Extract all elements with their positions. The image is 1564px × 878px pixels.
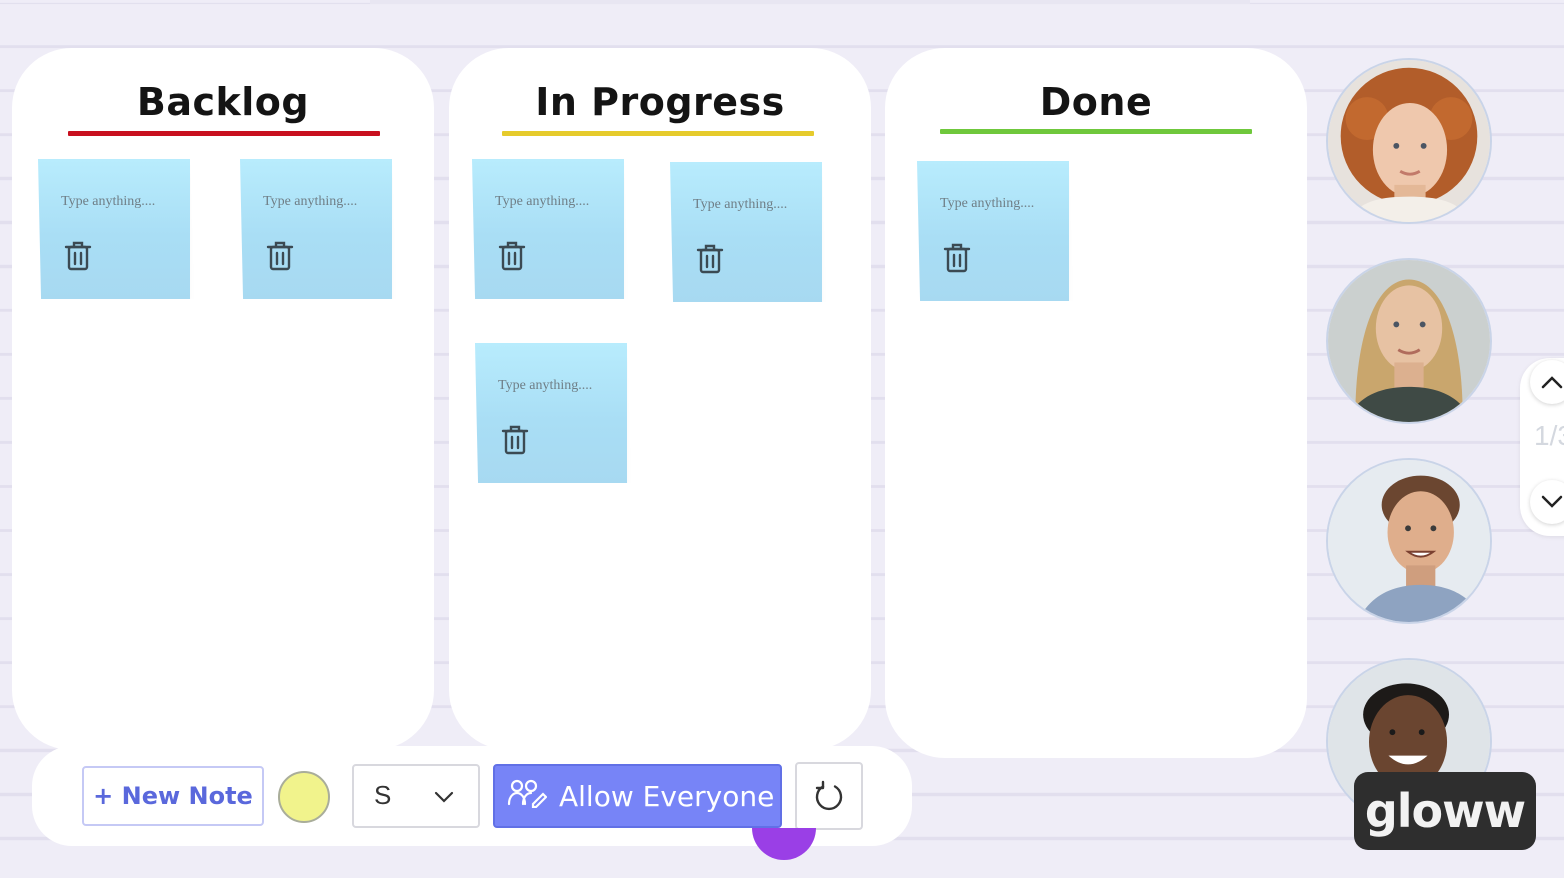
refresh-icon[interactable] [795,762,863,830]
size-select[interactable]: S [352,764,480,828]
column-title: Done [1039,80,1153,124]
size-value: S [374,780,392,810]
gloww-logo: gloww [1354,772,1536,850]
note-placeholder[interactable]: Type anything.... [693,197,787,213]
participant-pager: 1/3 [1520,358,1564,536]
allow-everyone-label: Allow Everyone [559,779,775,813]
logo-text: gloww [1364,784,1526,838]
pager-count: 1/3 [1534,420,1564,451]
chevron-up-icon[interactable] [1530,360,1564,404]
participant-avatar[interactable] [1326,458,1492,624]
sticky-note[interactable]: Type anything.... [240,159,392,299]
allow-everyone-button[interactable]: Allow Everyone [493,764,782,828]
note-placeholder[interactable]: Type anything.... [61,194,155,210]
sticky-note[interactable]: Type anything.... [472,159,624,299]
column-backlog: Backlog Type anything.... Type anything.… [12,48,434,750]
new-note-button[interactable]: + New Note [82,766,264,826]
column-in-progress: In Progress Type anything.... Type anyth… [449,48,871,750]
note-placeholder[interactable]: Type anything.... [495,194,589,210]
column-underline [502,131,814,136]
note-placeholder[interactable]: Type anything.... [940,196,1034,212]
participant-avatar[interactable] [1326,58,1492,224]
top-strip [370,0,1250,4]
participant-avatar[interactable] [1326,258,1492,424]
trash-icon[interactable] [265,241,295,271]
sticky-note[interactable]: Type anything.... [475,343,627,483]
column-underline [940,129,1252,134]
column-title: Backlog [136,80,310,124]
trash-icon[interactable] [942,243,972,273]
sticky-note[interactable]: Type anything.... [670,162,822,302]
trash-icon[interactable] [500,425,530,455]
chevron-down-icon [434,788,454,807]
column-title: In Progress [535,80,785,124]
trash-icon[interactable] [497,241,527,271]
users-edit-icon [507,778,548,815]
color-picker-button[interactable] [278,771,330,823]
note-placeholder[interactable]: Type anything.... [263,194,357,210]
sticky-note[interactable]: Type anything.... [38,159,190,299]
note-placeholder[interactable]: Type anything.... [498,378,592,394]
column-underline [68,131,380,136]
trash-icon[interactable] [63,241,93,271]
chevron-down-icon[interactable] [1530,480,1564,524]
trash-icon[interactable] [695,244,725,274]
column-done: Done Type anything.... [885,48,1307,758]
decorative-blob [752,828,816,860]
sticky-note[interactable]: Type anything.... [917,161,1069,301]
